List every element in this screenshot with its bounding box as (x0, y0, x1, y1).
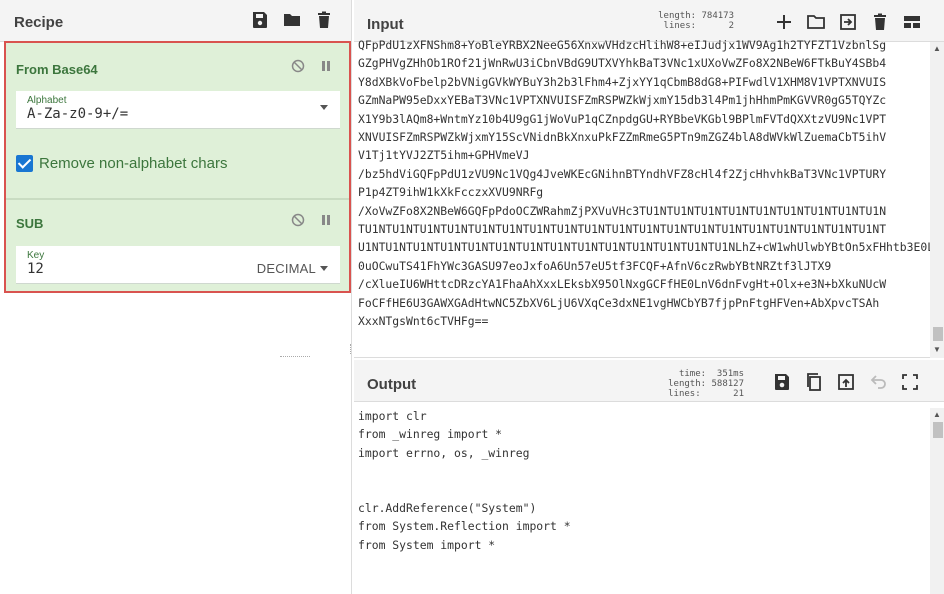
checkbox-checked-icon[interactable] (16, 155, 33, 172)
op-sub[interactable]: SUB Key 12 DECIMAL (6, 200, 349, 291)
open-folder-icon[interactable] (806, 12, 826, 32)
key-format-value: DECIMAL (256, 261, 316, 276)
output-line: from _winreg import * (358, 427, 503, 442)
save-recipe-icon[interactable] (251, 11, 269, 29)
layout-icon[interactable] (902, 12, 922, 32)
input-line: XNVUISFZmRSPWZkWjxmY15ScVNidnBkXnxuPkFZZ… (358, 130, 887, 145)
chevron-down-icon (320, 266, 328, 271)
input-line: P1p4ZT9ihW1kXkFcczxXVU9NRFg (358, 185, 544, 200)
input-lines-label: lines: (663, 21, 697, 31)
input-textarea[interactable]: QFpPdU1zXFNShm8+YoBleYRBX2NeeG56XnxwVHdz… (358, 36, 930, 342)
scroll-up-icon[interactable]: ▲ (933, 410, 941, 419)
input-line: GZmNaPW95eDxxYEBaT3VNc1VPTXNVUISFZmRSPWZ… (358, 93, 887, 108)
output-lines-value: 21 (733, 389, 744, 399)
pause-icon[interactable] (319, 59, 333, 73)
output-time-label: time: (678, 369, 707, 379)
recipe-header: Recipe (0, 0, 351, 42)
key-format-select[interactable]: DECIMAL (257, 261, 328, 276)
input-scrollbar[interactable]: ▲ ▼ (930, 42, 944, 358)
maximize-icon[interactable] (900, 372, 920, 392)
add-tab-icon[interactable] (774, 12, 794, 32)
save-output-icon[interactable] (772, 372, 792, 392)
output-line: import errno, os, _winreg (358, 445, 530, 460)
input-line: U1NTU1NTU1NTU1NTU1NTU1NTU1NTU1NTU1NTU1NT… (358, 240, 930, 255)
pane-resize-handle[interactable] (350, 344, 353, 354)
input-line: XxxNTgsWnt6cTVHFg== (358, 314, 489, 329)
input-line: 0uOCwuTS41FhYWc3GASU97eoJxfoA6Un57eU5tf3… (358, 258, 832, 273)
open-file-icon[interactable] (838, 12, 858, 32)
input-line: X1Y9b3lAQm8+WntmYz10b4U9gG1jWoVuP1qCZnpd… (358, 111, 887, 126)
op-sub-title: SUB (16, 216, 44, 231)
output-lines-label: lines: (668, 389, 701, 399)
output-scrollbar[interactable]: ▲ (930, 408, 944, 594)
output-line: clr.AddReference("System") (358, 501, 537, 516)
input-line: /bz5hdViGQFpPdU1zVU9Nc1VQg4JveWKEcGNihnB… (358, 166, 887, 181)
chevron-down-icon[interactable] (320, 105, 328, 110)
trash-icon[interactable] (870, 12, 890, 32)
input-line: TU1NTU1NTU1NTU1NTU1NTU1NTU1NTU1NTU1NTU1N… (358, 222, 887, 237)
output-time-value: 351ms (716, 369, 744, 379)
io-resize-handle[interactable] (280, 356, 310, 359)
remove-non-alphabet-label: Remove non-alphabet chars (39, 155, 228, 172)
input-line: /XoVwZFo8X2NBeW6GQFpPdoOCZWRahmZjPXVuVHc… (358, 203, 887, 218)
recipe-title: Recipe (14, 14, 64, 31)
disable-icon[interactable] (291, 213, 305, 227)
input-line: /cXlueIU6WHttcDRzcYA1FhaAhXxxLEksbX95OlN… (358, 277, 887, 292)
output-textarea[interactable]: import clr from _winreg import * import er… (358, 407, 930, 587)
output-stats: time: 351ms length: 588127 lines: 21 (664, 369, 744, 399)
pause-icon[interactable] (319, 213, 333, 227)
key-label: Key (27, 250, 45, 261)
input-stats: length: 784173 lines: 2 (654, 11, 734, 31)
undo-icon[interactable] (868, 372, 888, 392)
output-pane: Output time: 351ms length: 588127 lines:… (354, 360, 944, 594)
trash-icon[interactable] (315, 11, 333, 29)
key-field[interactable]: Key 12 DECIMAL (16, 246, 340, 284)
input-line: GZgPHVgZHhOb1ROf21jWnRwU3iCbnVBdG9UTXVYh… (358, 56, 887, 71)
output-line: import clr (358, 409, 427, 423)
scroll-down-icon[interactable]: ▼ (933, 345, 941, 354)
recipe-list: From Base64 Alphabet A-Za-z0-9+/= Remove… (4, 41, 351, 293)
op-from-base64[interactable]: From Base64 Alphabet A-Za-z0-9+/= Remove… (6, 43, 349, 199)
scroll-up-icon[interactable]: ▲ (933, 44, 941, 53)
output-header: Output time: 351ms length: 588127 lines:… (354, 360, 944, 402)
input-title: Input (367, 16, 404, 33)
input-length-label: length: (658, 11, 697, 21)
alphabet-label: Alphabet (27, 95, 67, 106)
input-pane: Input length: 784173 lines: 2 QFpPdU1zXF… (354, 0, 944, 358)
disable-icon[interactable] (291, 59, 305, 73)
output-length-value: 588127 (711, 379, 744, 389)
folder-icon[interactable] (283, 11, 301, 29)
recipe-pane: Recipe From Base64 Alphabet A-Za-z0-9+/=… (0, 0, 352, 594)
input-line: QFpPdU1zXFNShm8+YoBleYRBX2NeeG56XnxwVHdz… (358, 38, 887, 52)
output-scroll-thumb[interactable] (933, 422, 943, 438)
remove-non-alphabet-checkbox[interactable]: Remove non-alphabet chars (16, 155, 227, 172)
key-value[interactable]: 12 (27, 261, 44, 277)
input-line: Y8dXBkVoFbelp2bVNigGVkWYBuY3h2b3lFhm4+Zj… (358, 74, 887, 89)
copy-icon[interactable] (804, 372, 824, 392)
alphabet-field[interactable]: Alphabet A-Za-z0-9+/= (16, 91, 340, 129)
input-line: V1Tj1tYVJ2ZT5ihm+GPHVmeVJ (358, 148, 530, 163)
input-lines-value: 2 (728, 21, 734, 31)
input-scroll-thumb[interactable] (933, 327, 943, 341)
input-line: FoCFfHE6U3GAWXGAdHtwNC5ZbXV6LjU6VXqCe3dx… (358, 295, 880, 310)
alphabet-value: A-Za-z0-9+/= (27, 106, 129, 122)
input-length-value: 784173 (701, 11, 734, 21)
output-length-label: length: (668, 379, 707, 389)
replace-input-icon[interactable] (836, 372, 856, 392)
output-title: Output (367, 376, 417, 393)
op-from-base64-title: From Base64 (16, 62, 98, 77)
output-line: from System import * (358, 537, 496, 552)
output-line: from System.Reflection import * (358, 519, 571, 534)
